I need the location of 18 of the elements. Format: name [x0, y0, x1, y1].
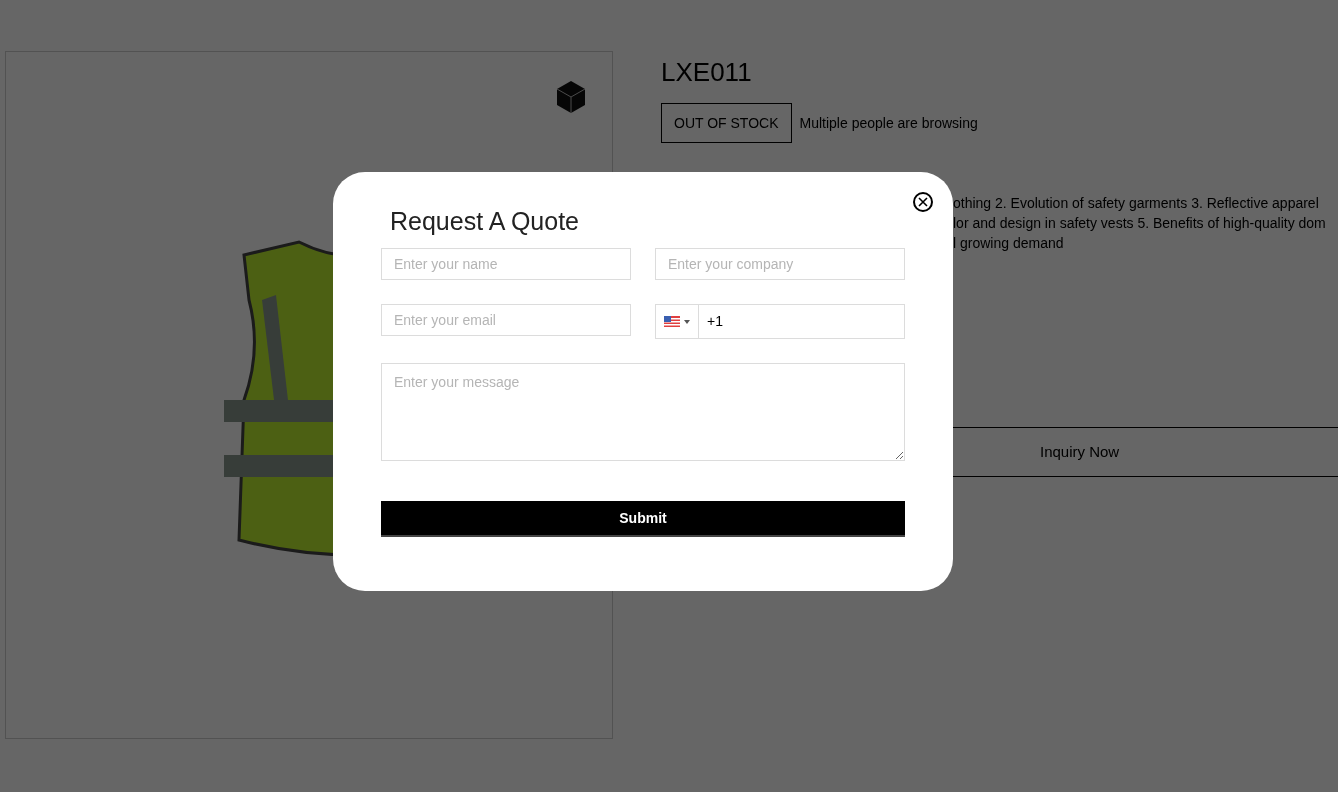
country-selector[interactable] [655, 304, 698, 339]
caret-icon [684, 319, 690, 324]
input-field[interactable]: Enter your name [381, 248, 631, 280]
cube-icon[interactable] [556, 80, 586, 114]
input-field[interactable]: Enter your company [655, 248, 905, 280]
description-text: lor and design in safety vests 5. Benefits of high-quality dom [953, 214, 1327, 233]
submit-button[interactable]: Submit [381, 501, 905, 537]
product-title: LXE011 [661, 56, 753, 89]
message-field[interactable]: Enter your message [381, 363, 905, 461]
input-field[interactable]: Enter your email [381, 304, 631, 336]
stock-badge: OUT OF STOCK [661, 103, 792, 143]
close-icon[interactable] [913, 192, 933, 212]
description-text: othing 2. Evolution of safety garments 3. Reflective apparel [953, 194, 1320, 213]
dialog-title: Request A Quote [389, 206, 581, 237]
description-text: l growing demand [953, 234, 1065, 253]
browsing-note: Multiple people are browsing [799, 113, 978, 133]
flag-icon [664, 316, 680, 327]
phone-input[interactable]: +1 [698, 304, 905, 339]
